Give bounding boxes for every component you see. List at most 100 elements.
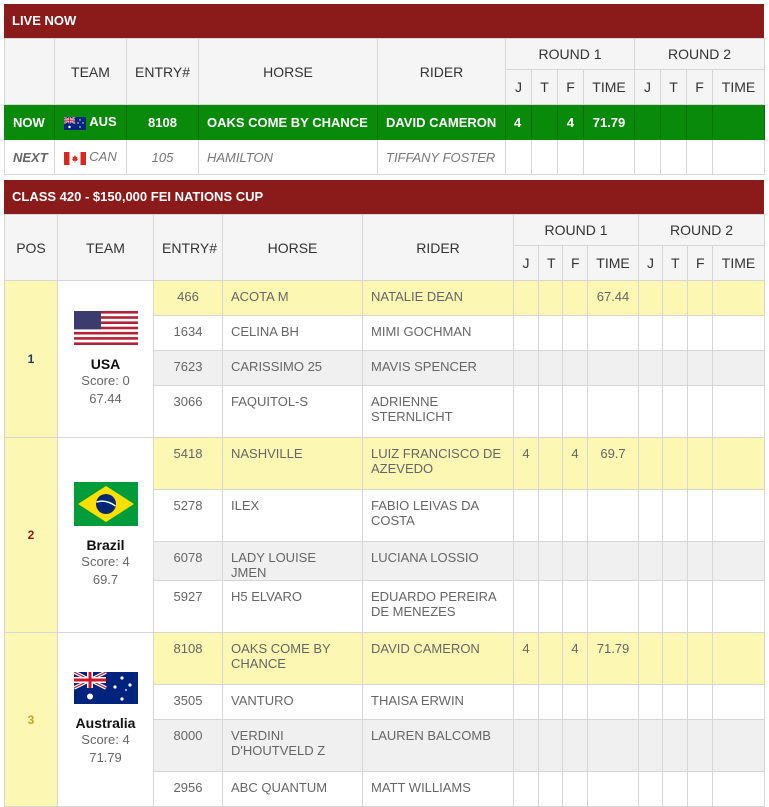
- horse-name: ILEX: [222, 489, 363, 542]
- live-header-horse: HORSE: [198, 38, 378, 105]
- now-r2-j: [634, 104, 662, 140]
- r1-time-faults: [538, 385, 563, 438]
- r1-time-faults: [538, 315, 563, 351]
- r1-faults: [562, 489, 588, 542]
- horse-name: CELINA BH: [222, 315, 363, 351]
- class-title: CLASS 420 - $150,000 FEI NATIONS CUP: [4, 180, 764, 214]
- r2-time-faults: [662, 580, 689, 633]
- team-total-time: 71.79: [89, 750, 122, 765]
- brazil-flag-icon: [73, 481, 138, 526]
- class-r2-f: F: [687, 245, 714, 281]
- team-flag: [66, 310, 145, 348]
- rider-name: EDUARDO PEREIRA DE MENEZES: [362, 580, 514, 633]
- r1-jumping: [513, 684, 539, 720]
- class-header-team: TEAM: [57, 214, 154, 281]
- next-r2-t: [660, 139, 688, 175]
- r1-jumping: [513, 719, 539, 772]
- r1-faults: [562, 385, 588, 438]
- live-header-rider: RIDER: [377, 38, 506, 105]
- now-label: NOW: [4, 104, 55, 140]
- horse-name: CARISSIMO 25: [222, 350, 363, 386]
- team-position: 2: [4, 437, 58, 633]
- team-score: Score: 0: [81, 372, 130, 388]
- team-name: Australia: [75, 715, 136, 731]
- r2-time: [712, 684, 766, 720]
- r2-time: [712, 280, 766, 316]
- r1-time: [586, 385, 640, 438]
- live-header-round2: ROUND 2: [634, 38, 766, 70]
- live-header-blank: [4, 38, 55, 105]
- live-header-round1: ROUND 1: [504, 38, 636, 70]
- horse-name: ABC QUANTUM: [222, 771, 363, 807]
- class-header-horse: HORSE: [222, 214, 363, 281]
- r1-time: [586, 489, 640, 542]
- rider-name: MATT WILLIAMS: [362, 771, 514, 807]
- table-row: 2 Brazil Score: 4 69.7 5418 NASHVILLE LUIZ FR…: [4, 437, 766, 633]
- now-team: AUS: [54, 104, 127, 140]
- australia-flag-icon: [72, 670, 138, 704]
- r1-faults: [562, 684, 588, 720]
- r1-jumping: [513, 580, 539, 633]
- r2-time: [712, 580, 766, 633]
- team-position: 3: [4, 632, 58, 807]
- r1-time: 69.7: [586, 437, 640, 490]
- class-header-pos: POS: [4, 214, 58, 281]
- usa-flag-icon: [73, 310, 138, 345]
- rider-name: LAUREN BALCOMB: [362, 719, 514, 772]
- r2-faults: [687, 580, 714, 633]
- entry-number: 2956: [153, 771, 223, 807]
- r2-jumping: [638, 684, 664, 720]
- live-r1-time: TIME: [582, 69, 636, 105]
- entry-number: 8000: [153, 719, 223, 772]
- r1-time: 67.44: [586, 280, 640, 316]
- r1-time: [586, 315, 640, 351]
- rider-name: MIMI GOCHMAN: [362, 315, 514, 351]
- live-r1-j: J: [505, 69, 532, 105]
- entry-number: 466: [153, 280, 223, 316]
- now-r2-time: [712, 104, 766, 140]
- r2-time-faults: [662, 385, 689, 438]
- class-r1-time: TIME: [586, 245, 640, 281]
- next-r1-t: [531, 139, 558, 175]
- r2-time: [712, 771, 766, 807]
- r1-time: [586, 771, 640, 807]
- entry-number: 3505: [153, 684, 223, 720]
- r1-jumping: 4: [513, 632, 539, 685]
- rider-name: NATALIE DEAN: [362, 280, 514, 316]
- r2-faults: [687, 437, 714, 490]
- r1-jumping: [513, 350, 539, 386]
- r1-jumping: [513, 771, 539, 807]
- r1-time-faults: [538, 489, 563, 542]
- next-rider: TIFFANY FOSTER: [377, 139, 506, 175]
- r1-jumping: 4: [513, 437, 539, 490]
- r2-time-faults: [662, 541, 689, 581]
- r2-time: [712, 437, 766, 490]
- rider-name: FABIO LEIVAS DA COSTA: [362, 489, 514, 542]
- r2-jumping: [638, 350, 664, 386]
- australia-flag-icon: [64, 116, 87, 130]
- r2-faults: [687, 719, 714, 772]
- team-total-time: 69.7: [92, 571, 119, 587]
- now-r1-j: 4: [505, 104, 532, 140]
- r2-time: [712, 315, 766, 351]
- rider-name: LUIZ FRANCISCO DE AZEVEDO: [362, 437, 514, 490]
- r2-time-faults: [662, 280, 689, 316]
- team-cell: Brazil Score: 4 69.7: [57, 437, 154, 633]
- horse-name: VERDINI D'HOUTVELD Z: [222, 719, 363, 772]
- rider-name: LUCIANA LOSSIO: [362, 541, 514, 581]
- r1-faults: 4: [562, 632, 588, 685]
- now-team-code: AUS: [89, 114, 117, 130]
- r2-jumping: [638, 315, 664, 351]
- r2-faults: [687, 350, 714, 386]
- class-table: POS TEAM ENTRY# HORSE RIDER ROUND 1 ROUN…: [4, 214, 766, 807]
- r1-time: 71.79: [586, 632, 640, 685]
- r2-jumping: [638, 385, 664, 438]
- r2-time-faults: [662, 684, 689, 720]
- horse-name: NASHVILLE: [222, 437, 363, 490]
- team-score: Score: 4: [81, 732, 130, 747]
- r1-time: [586, 541, 640, 581]
- r1-time-faults: [538, 719, 563, 772]
- r2-time: [712, 719, 766, 772]
- rider-name: ADRIENNE STERNLICHT: [362, 385, 514, 438]
- scoreboard: LIVE NOW TEAM ENTRY# HORSE RIDER ROUND 1…: [4, 4, 766, 807]
